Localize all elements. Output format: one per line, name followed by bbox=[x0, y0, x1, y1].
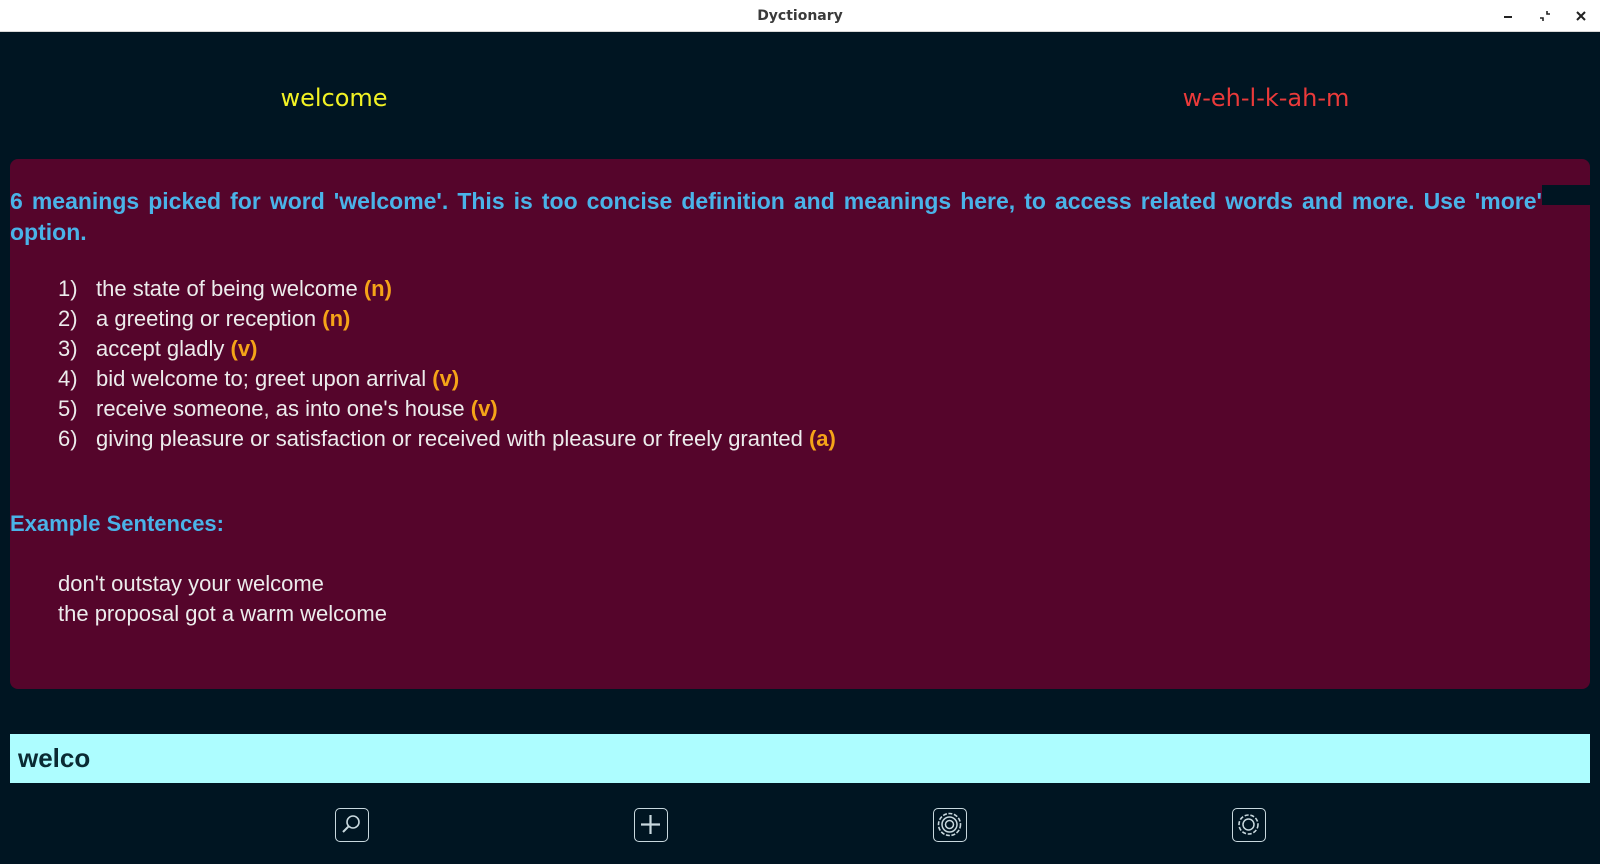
meaning-item: 4) bid welcome to; greet upon arrival (v) bbox=[58, 364, 836, 394]
definition-intro: 6 meanings picked for word 'welcome'. Th… bbox=[10, 188, 1542, 245]
window-title: Dyctionary bbox=[757, 8, 843, 24]
meaning-text: bid welcome to; greet upon arrival bbox=[96, 366, 433, 391]
phonetic-label: w-eh-l-k-ah-m bbox=[1182, 84, 1350, 112]
meaning-item: 3) accept gladly (v) bbox=[58, 334, 836, 364]
meaning-number: 5) bbox=[58, 396, 78, 421]
settings-icon bbox=[937, 812, 962, 837]
example-sentence: the proposal got a warm welcome bbox=[58, 601, 387, 626]
meaning-text: the state of being welcome bbox=[96, 276, 364, 301]
meaning-pos: (v) bbox=[230, 336, 258, 361]
meaning-text: accept gladly bbox=[96, 336, 231, 361]
meaning-number: 6) bbox=[58, 426, 78, 451]
restore-icon[interactable] bbox=[1535, 6, 1555, 26]
search-icon bbox=[342, 815, 360, 833]
examples-list: don't outstay your welcome the proposal … bbox=[58, 569, 387, 629]
meaning-text: a greeting or reception bbox=[96, 306, 323, 331]
window-titlebar: Dyctionary bbox=[0, 0, 1600, 32]
meaning-text: giving pleasure or satisfaction or recei… bbox=[96, 426, 809, 451]
meaning-text: receive someone, as into one's house bbox=[96, 396, 471, 421]
add-icon bbox=[641, 815, 660, 834]
settings-button[interactable] bbox=[933, 808, 967, 842]
search-input[interactable] bbox=[10, 734, 1590, 783]
meaning-item: 1) the state of being welcome (n) bbox=[58, 274, 836, 304]
search-button[interactable] bbox=[335, 808, 369, 842]
definition-panel: 6 meanings picked for word 'welcome'. Th… bbox=[10, 159, 1590, 689]
meaning-number: 3) bbox=[58, 336, 78, 361]
meaning-item: 2) a greeting or reception (n) bbox=[58, 304, 836, 334]
meaning-pos: (v) bbox=[470, 396, 498, 421]
meaning-item: 6) giving pleasure or satisfaction or rec… bbox=[58, 424, 836, 454]
meaning-pos: (a) bbox=[808, 426, 836, 451]
add-button[interactable] bbox=[634, 808, 668, 842]
meaning-pos: (v) bbox=[432, 366, 460, 391]
example-sentence: don't outstay your welcome bbox=[58, 571, 324, 596]
meaning-number: 1) bbox=[58, 276, 78, 301]
meanings-list: 1) the state of being welcome (n) 2) a gre… bbox=[58, 274, 836, 454]
app-body: welcome w-eh-l-k-ah-m 6 meanings picked … bbox=[0, 32, 1600, 864]
meaning-pos: (n) bbox=[363, 276, 392, 301]
meaning-pos: (n) bbox=[322, 306, 351, 331]
word-label: welcome bbox=[280, 84, 388, 112]
examples-heading: Example Sentences: bbox=[10, 511, 224, 536]
minimize-icon[interactable] bbox=[1498, 6, 1518, 26]
close-icon[interactable] bbox=[1571, 6, 1591, 26]
panel-notch bbox=[1542, 185, 1590, 205]
more-button[interactable] bbox=[1232, 808, 1266, 842]
meaning-number: 4) bbox=[58, 366, 78, 391]
more-icon bbox=[1238, 814, 1259, 835]
meaning-number: 2) bbox=[58, 306, 78, 331]
meaning-item: 5) receive someone, as into one's house (… bbox=[58, 394, 836, 424]
